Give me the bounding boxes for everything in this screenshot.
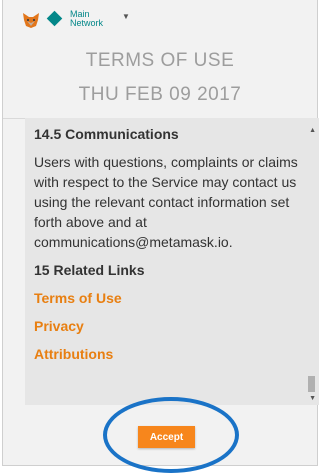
top-bar: Main Network ▼ — [3, 0, 317, 40]
section-heading-communications: 14.5 Communications — [34, 126, 179, 142]
terms-date: THU FEB 09 2017 — [78, 84, 242, 105]
section-paragraph: Users with questions, complaints or clai… — [34, 154, 298, 250]
page-title: TERMS OF USE — [85, 50, 235, 71]
terms-scroll-area[interactable]: 14.5 Communications Users with questions… — [25, 118, 319, 405]
section-heading-related-links: 15 Related Links — [34, 262, 145, 278]
terms-of-use-link[interactable]: Terms of Use — [34, 290, 303, 306]
attributions-link[interactable]: Attributions — [34, 346, 303, 362]
metamask-fox-icon[interactable] — [22, 11, 40, 29]
network-selector[interactable]: Main Network — [70, 10, 110, 28]
caret-down-icon[interactable]: ▼ — [122, 12, 130, 21]
scroll-up-arrow-icon[interactable]: ▲ — [309, 127, 316, 134]
scroll-down-arrow-icon[interactable]: ▼ — [309, 395, 316, 402]
scrollbar-thumb[interactable] — [308, 376, 315, 392]
network-diamond-icon[interactable] — [46, 10, 63, 27]
privacy-link[interactable]: Privacy — [34, 318, 303, 334]
annotation-circle — [103, 397, 239, 473]
